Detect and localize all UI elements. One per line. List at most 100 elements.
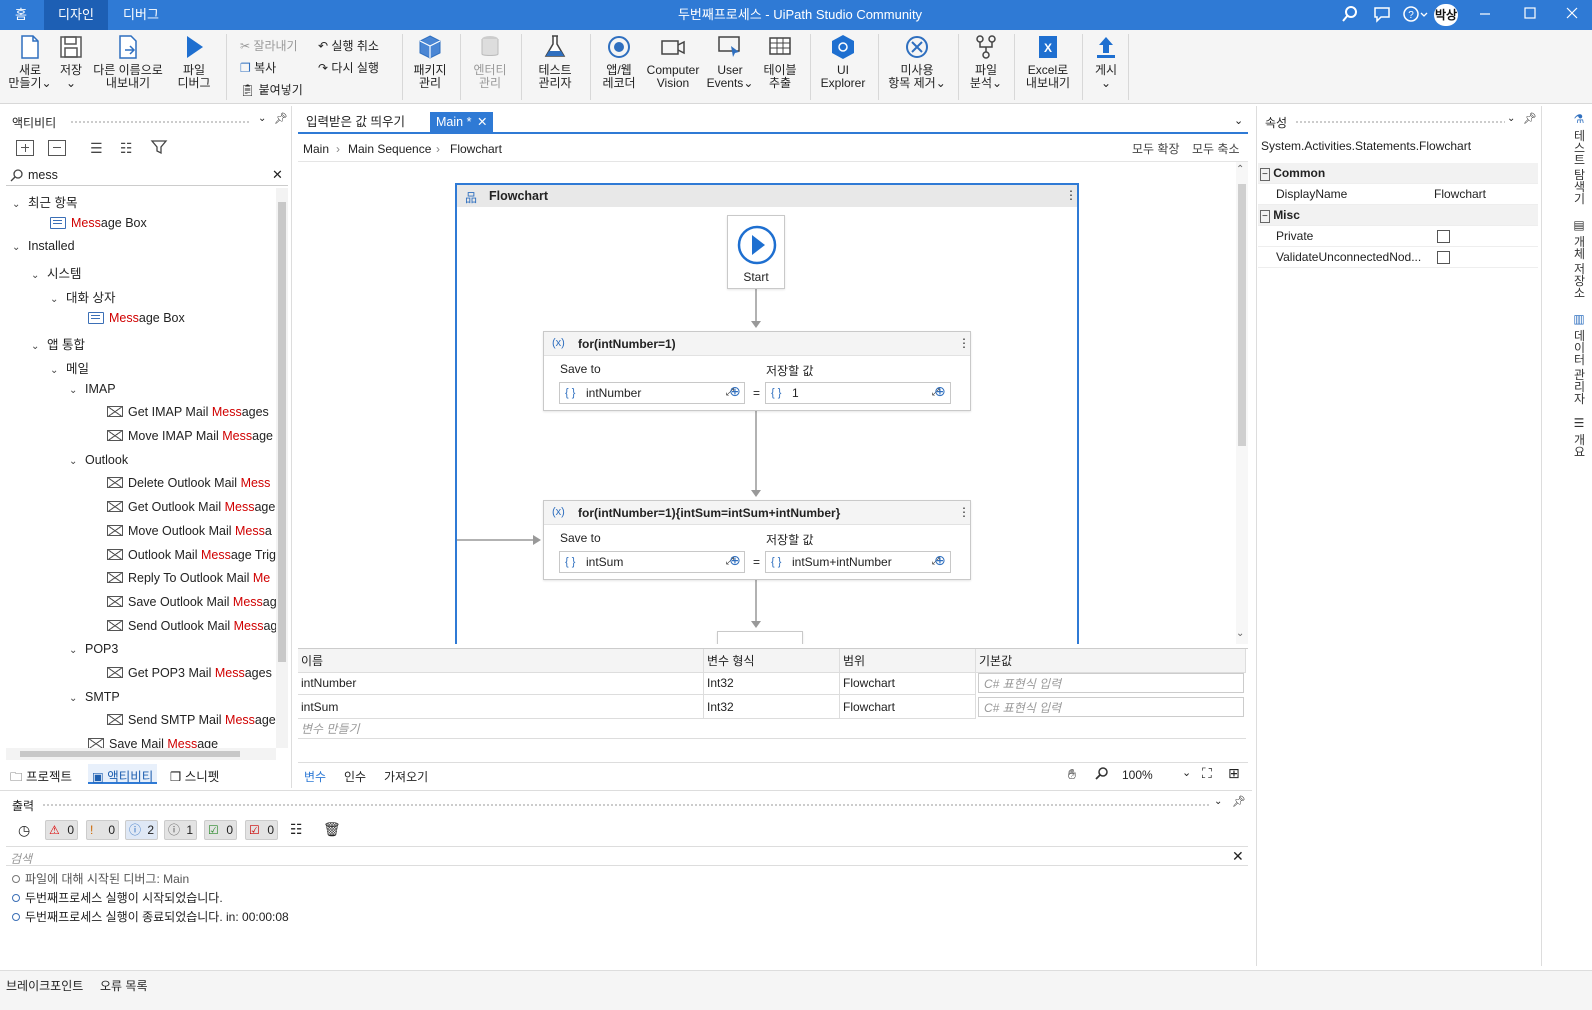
pin-icon[interactable]: 📌︎ — [1232, 795, 1246, 808]
clear-search-icon[interactable]: ✕ — [1232, 848, 1244, 865]
cut-button[interactable]: ✂ 잘라내기 — [240, 37, 298, 54]
tree-activity-item[interactable]: Move IMAP Mail Message — [107, 429, 273, 443]
tree-activity-item[interactable]: Outlook Mail Message Trig — [107, 548, 276, 562]
tree-activity-item[interactable]: Move Outlook Mail Messa — [107, 524, 272, 538]
tab-design[interactable]: 디자인 — [44, 0, 108, 30]
table-extract-button[interactable]: 테이블 추출 — [758, 34, 802, 90]
assign-2-to-field[interactable]: { } intSum ⤢ — [559, 551, 745, 573]
zoom-level[interactable]: 100% — [1122, 768, 1153, 782]
activities-search-input[interactable]: mess — [28, 168, 58, 182]
chevron-down-icon[interactable]: ⌄ — [69, 693, 79, 704]
tree-activity-item[interactable]: Get POP3 Mail Messages — [107, 666, 272, 680]
zoom-dropdown-icon[interactable]: ⌄ — [1182, 766, 1191, 779]
var-row-2-type[interactable]: Int32 — [704, 695, 840, 719]
tree-activity-item[interactable]: Delete Outlook Mail Mess — [107, 476, 270, 490]
close-tab-icon[interactable]: ✕ — [477, 112, 487, 132]
create-variable[interactable]: 변수 만들기 — [298, 719, 1246, 739]
assign-node-2[interactable]: (x) for(intNumber=1){intSum=intSum+intNu… — [543, 500, 971, 580]
fail-filter[interactable]: ☑ 0 — [245, 820, 278, 840]
tree-activity-item[interactable]: Save Outlook Mail Messag — [107, 595, 276, 609]
add-icon[interactable]: ⊕ — [729, 552, 741, 569]
list-view-icon[interactable]: ☷ — [120, 140, 133, 157]
tree-group[interactable]: ⌄ POP3 — [69, 642, 118, 656]
chevron-down-icon[interactable]: ⌄ — [69, 456, 79, 467]
var-row-2-scope[interactable]: Flowchart — [840, 695, 976, 719]
panel-menu-icon[interactable]: ⌄ — [1507, 113, 1515, 124]
collapse-all-icon[interactable] — [48, 140, 66, 156]
maximize-icon[interactable] — [1520, 5, 1540, 25]
tab-arguments[interactable]: 인수 — [344, 768, 366, 785]
minimize-icon[interactable] — [1475, 5, 1495, 25]
export-excel-button[interactable]: X Excel로 내보내기 — [1020, 34, 1076, 90]
new-button[interactable]: 새로 만들기⌄ — [8, 34, 52, 90]
tab-project[interactable]: 🗀 프로젝트 — [10, 766, 72, 789]
tree-group[interactable]: ⌄ 대화 상자 — [50, 287, 115, 306]
export-button[interactable]: 다른 이름으로 내보내기 — [90, 34, 166, 90]
clock-icon[interactable]: ◷ — [18, 822, 30, 839]
panel-menu-icon[interactable]: ⌄ — [258, 113, 266, 124]
redo-button[interactable]: ↷ 다시 실행 — [318, 59, 379, 76]
doc-tab-input-display[interactable]: 입력받은 값 띄우기 — [300, 112, 411, 132]
tab-activities[interactable]: ▣ 액티비티 — [88, 764, 158, 784]
tab-imports[interactable]: 가져오기 — [384, 768, 428, 785]
chevron-down-icon[interactable]: ⌄ — [12, 199, 22, 210]
var-row-2-name[interactable]: intSum — [298, 695, 704, 719]
user-events-button[interactable]: User Events⌄ — [704, 34, 756, 90]
zoom-icon[interactable] — [1095, 766, 1109, 783]
close-window-icon[interactable] — [1562, 5, 1582, 25]
computer-vision-button[interactable]: Computer Vision — [644, 34, 702, 90]
tree-activity-item[interactable]: Send SMTP Mail Message — [107, 713, 276, 727]
clear-search-icon[interactable]: ✕ — [272, 167, 283, 183]
clear-filter-icon[interactable]: ☷ — [290, 821, 303, 838]
tree-activity-item[interactable]: Message Box — [50, 216, 147, 230]
remove-unused-button[interactable]: 미사용 항목 제거⌄ — [884, 34, 950, 90]
app-web-recorder-button[interactable]: 앱/웹 레코더 — [596, 34, 642, 90]
designer-canvas[interactable]: 品 Flowchart ⋮ Start (x) for(intNumber=1)… — [298, 162, 1236, 644]
tree-activity-item[interactable]: Save Mail Message — [88, 737, 218, 748]
var-header-scope[interactable]: 범위 — [840, 649, 976, 673]
expand-all-link[interactable]: 모두 확장 — [1132, 140, 1180, 157]
tree-group[interactable]: ⌄ Outlook — [69, 453, 128, 467]
add-icon[interactable]: ⊕ — [934, 383, 946, 400]
help-icon[interactable]: ? — [1402, 5, 1428, 25]
side-tab-overview[interactable]: ☰ 개요 — [1568, 416, 1588, 457]
tree-activity-item[interactable]: Get IMAP Mail Messages — [107, 405, 269, 419]
feedback-icon[interactable] — [1372, 5, 1392, 25]
tree-horizontal-scrollbar[interactable] — [6, 748, 276, 760]
tree-group[interactable]: ⌄ 앱 통합 — [31, 334, 85, 353]
tree-activity-item[interactable]: Get Outlook Mail Message — [107, 500, 275, 514]
tree-group[interactable]: ⌄ 최근 항목 — [12, 192, 77, 211]
assign-node-1[interactable]: (x) for(intNumber=1) ⋮ Save to 저장할 값 { }… — [543, 331, 971, 411]
warnings-filter[interactable]: ! 0 — [86, 820, 119, 840]
var-row-1-scope[interactable]: Flowchart — [840, 671, 976, 695]
next-node[interactable] — [717, 631, 803, 644]
errors-filter[interactable]: ⚠ 0 — [45, 820, 78, 840]
side-tab-data-manager[interactable]: ▥ 데이터 관리자 — [1568, 312, 1588, 405]
tree-activity-item[interactable]: Send Outlook Mail Messag — [107, 619, 276, 633]
var-row-1-default-input[interactable]: C# 표현식 입력 — [978, 673, 1244, 693]
tree-activity-item[interactable]: Reply To Outlook Mail Me — [107, 571, 270, 585]
tree-vertical-scrollbar[interactable] — [276, 188, 288, 748]
output-search-box[interactable]: 검색 ✕ — [6, 846, 1248, 866]
side-tab-test-explorer[interactable]: ⚗ 테스트 탐색기 — [1568, 112, 1588, 205]
flowchart-container[interactable]: 品 Flowchart ⋮ Start (x) for(intNumber=1)… — [455, 183, 1079, 644]
add-icon[interactable]: ⊕ — [729, 383, 741, 400]
prop-row-displayname[interactable]: DisplayName Flowchart — [1258, 184, 1538, 205]
hand-pan-icon[interactable]: ✋︎ — [1068, 766, 1076, 783]
publish-button[interactable]: 게시 ⌄ — [1088, 34, 1124, 90]
chevron-down-icon[interactable]: ⌄ — [69, 645, 79, 656]
manage-packages-button[interactable]: 패키지 관리 — [408, 34, 452, 90]
designer-vertical-scrollbar[interactable]: ⌃ ⌄ — [1236, 162, 1248, 644]
fit-screen-icon[interactable]: ⛶ — [1202, 765, 1212, 782]
chevron-down-icon[interactable]: ⌄ — [31, 341, 41, 352]
tab-debug[interactable]: 디버그 — [110, 0, 172, 30]
panel-menu-icon[interactable]: ⌄ — [1214, 796, 1222, 807]
prop-category-misc[interactable]: − Misc — [1258, 205, 1538, 226]
output-search-input[interactable]: 검색 — [10, 850, 32, 867]
tree-group[interactable]: ⌄ Installed — [12, 239, 75, 253]
collapse-all-link[interactable]: 모두 축소 — [1192, 140, 1240, 157]
sort-icon[interactable]: ☰ — [90, 140, 103, 157]
var-header-name[interactable]: 이름 — [298, 649, 704, 673]
assign-2-menu-icon[interactable]: ⋮ — [958, 505, 970, 519]
chevron-down-icon[interactable]: ⌄ — [69, 385, 79, 396]
